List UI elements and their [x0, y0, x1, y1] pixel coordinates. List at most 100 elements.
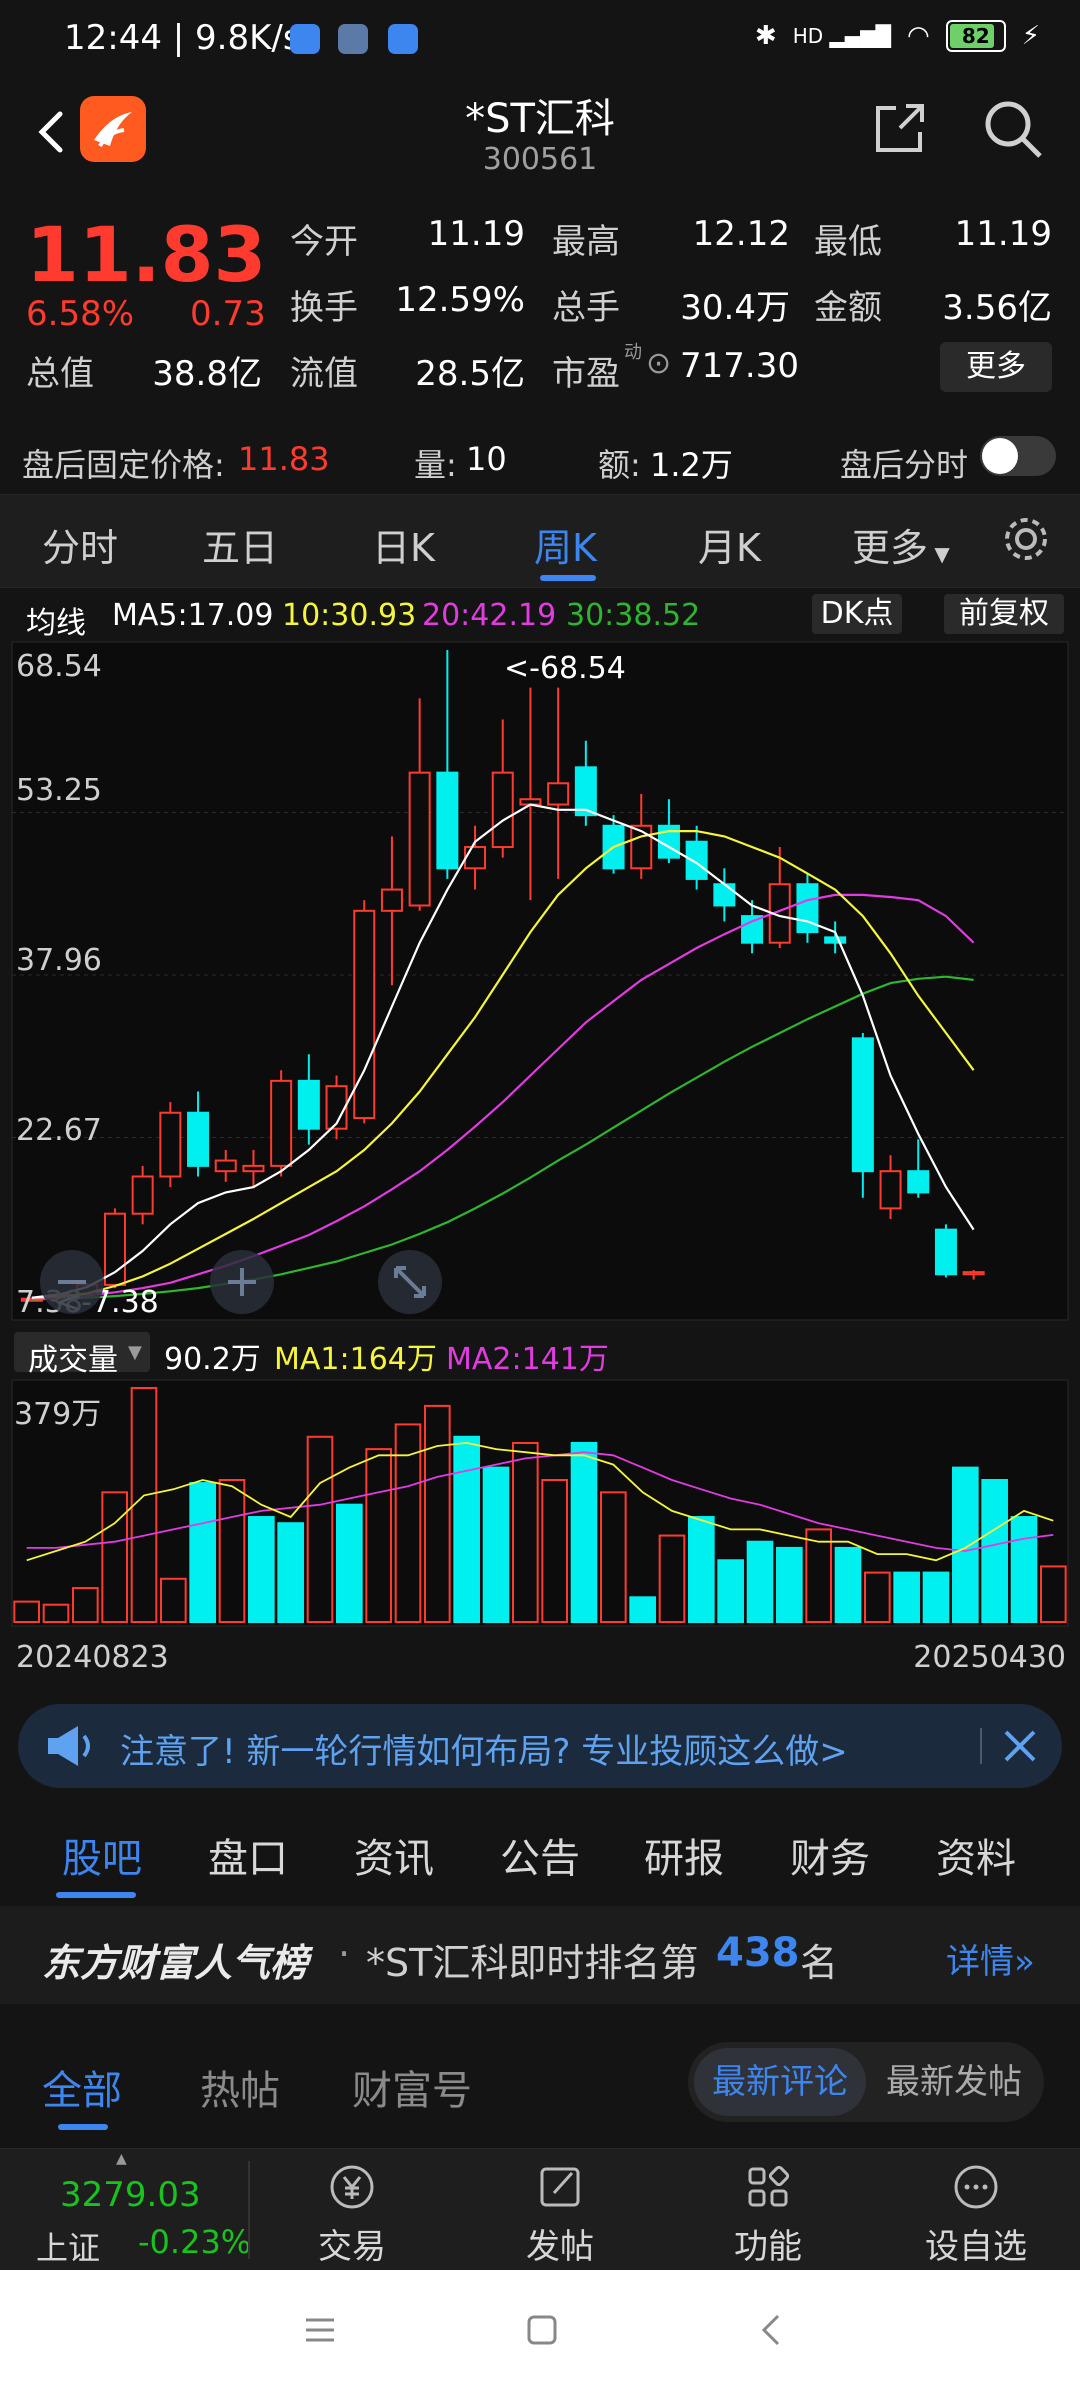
volume-chart[interactable]: 379万	[0, 1378, 1080, 1648]
fullscreen-button[interactable]	[378, 1250, 442, 1314]
share-icon[interactable]	[870, 98, 930, 158]
tab-forum[interactable]: 股吧	[62, 1826, 142, 1884]
candle-body	[741, 915, 764, 944]
candle-body	[214, 1159, 237, 1173]
period-tabs: 分时 五日 日K 周K 月K 更多 ▼	[0, 494, 1080, 588]
caret-down-icon: ▼	[128, 1342, 142, 1363]
volume-bar	[893, 1571, 920, 1623]
volume-bar	[600, 1491, 627, 1624]
after-hours-chart-label: 盘后分时	[840, 446, 969, 484]
after-hours-volume: 10	[466, 440, 507, 478]
tab-hot-posts[interactable]: 热帖	[200, 2058, 280, 2116]
volume-bar	[13, 1600, 40, 1624]
market-cap-value: 38.8亿	[152, 354, 262, 394]
tab-daily-k[interactable]: 日K	[372, 517, 435, 572]
low-label: 最低	[814, 222, 882, 262]
grid-icon	[748, 2165, 790, 2207]
volume-bar	[922, 1571, 950, 1623]
promo-banner[interactable]: 注意了! 新一轮行情如何布局? 专业投顾这么做>	[18, 1704, 1062, 1788]
volume-ma1: MA1:164万	[274, 1342, 437, 1377]
volume-bar	[248, 1516, 275, 1623]
volume-indicator-select[interactable]: 成交量 ▼	[14, 1332, 150, 1378]
rank-text: *ST汇科即时排名第	[366, 1941, 699, 1985]
tab-research[interactable]: 研报	[644, 1826, 724, 1884]
tab-announcements[interactable]: 公告	[500, 1826, 580, 1884]
volume-bar	[130, 1387, 158, 1623]
status-bar: 12:44 | 9.8K/s ✱ HD ▂▄▆█ ◠ 82 ⚡	[0, 0, 1080, 80]
menu-icon[interactable]	[300, 2310, 340, 2350]
battery-level: 82	[961, 24, 990, 48]
candlestick-chart[interactable]: 68.54 53.25 37.96 22.67 7.38 <-68.54 <-7…	[0, 640, 1080, 1330]
nav-trade[interactable]: 交易	[272, 2159, 432, 2268]
volume-bar	[864, 1571, 891, 1623]
candle-body	[187, 1111, 210, 1167]
dk-point-button[interactable]: DK点	[812, 594, 902, 634]
back-icon[interactable]	[752, 2310, 792, 2350]
volume-bar	[424, 1404, 451, 1623]
ma5-value: MA5:17.09	[112, 598, 274, 633]
high-label: 最高	[552, 222, 620, 262]
sort-latest-posts[interactable]: 最新发帖	[868, 2048, 1040, 2116]
wifi-icon: ◠	[907, 21, 930, 51]
bullet-separator: ·	[338, 1932, 351, 1976]
tab-weekly-k[interactable]: 周K	[534, 517, 597, 572]
tab-news[interactable]: 资讯	[354, 1826, 434, 1884]
info-icon[interactable]: ⊙	[646, 346, 671, 381]
tab-wealth-account[interactable]: 财富号	[352, 2058, 472, 2116]
candle-body	[547, 782, 570, 806]
bottom-navigation: 3279.03 上证 -0.23% ▲ 交易 发帖 功能 设自选	[0, 2148, 1080, 2271]
tab-order-book[interactable]: 盘口	[208, 1826, 288, 1884]
rank-detail-link[interactable]: 详情»	[946, 1934, 1035, 1983]
candle-body	[353, 909, 376, 1120]
sort-latest-comments[interactable]: 最新评论	[694, 2048, 866, 2116]
tab-more[interactable]: 更多 ▼	[852, 517, 950, 572]
popularity-rank-row[interactable]: 东方财富人气榜 · *ST汇科即时排名第 438 名 详情»	[0, 1906, 1080, 2004]
volume-indicator-label: 成交量	[28, 1343, 118, 1378]
candle-body	[962, 1271, 985, 1276]
volume-bar	[189, 1482, 216, 1624]
volume-bar	[805, 1528, 832, 1623]
tab-financials[interactable]: 财务	[790, 1826, 870, 1884]
after-hours-toggle[interactable]	[980, 436, 1056, 476]
volume-bar	[541, 1478, 568, 1623]
ma-label: 均线	[26, 606, 86, 641]
more-button[interactable]: 更多	[940, 342, 1052, 392]
zoom-out-button[interactable]	[40, 1250, 104, 1314]
tab-intraday[interactable]: 分时	[42, 517, 118, 572]
volume-bar	[218, 1478, 246, 1623]
gear-icon[interactable]	[1000, 513, 1052, 565]
active-tab-indicator	[540, 575, 596, 581]
index-name: 上证	[36, 2229, 101, 2267]
nav-functions[interactable]: 功能	[688, 2159, 848, 2268]
candle-body	[713, 883, 736, 907]
amount-label: 金额	[814, 288, 882, 328]
pe-dynamic-mark: 动	[624, 342, 642, 363]
tab-profile[interactable]: 资料	[936, 1826, 1016, 1884]
change-amount: 0.73	[190, 294, 266, 334]
home-icon[interactable]	[522, 2310, 562, 2350]
index-value: 3279.03	[60, 2175, 201, 2215]
banner-divider	[980, 1728, 982, 1764]
volume-max-label: 379万	[14, 1397, 101, 1432]
index-ticker[interactable]: 3279.03 上证 -0.23% ▲	[0, 2149, 251, 2271]
nav-divider	[248, 2161, 250, 2259]
rank-suffix: 名	[800, 1941, 839, 1985]
volume-bar	[160, 1577, 187, 1624]
more-dots-icon	[954, 2165, 998, 2209]
signal-icon: HD ▂▄▆█	[792, 24, 892, 48]
max-price-annotation: <-68.54	[504, 651, 626, 686]
volume-bar	[512, 1441, 539, 1623]
tab-five-day[interactable]: 五日	[202, 517, 278, 572]
tab-all[interactable]: 全部	[42, 2058, 122, 2116]
volume-bar	[658, 1534, 686, 1624]
search-icon[interactable]	[980, 96, 1046, 162]
candle-body	[851, 1037, 874, 1173]
close-icon[interactable]	[998, 1724, 1042, 1768]
battery-icon: 82	[945, 20, 1006, 52]
nav-post[interactable]: 发帖	[480, 2159, 640, 2268]
after-hours-row: 盘后固定价格: 11.83 量: 10 额: 1.2万 盘后分时	[0, 430, 1080, 490]
adjustment-button[interactable]: 前复权	[944, 594, 1064, 634]
tab-monthly-k[interactable]: 月K	[698, 517, 761, 572]
zoom-in-button[interactable]	[210, 1250, 274, 1314]
nav-add-watchlist[interactable]: 设自选	[896, 2159, 1056, 2268]
